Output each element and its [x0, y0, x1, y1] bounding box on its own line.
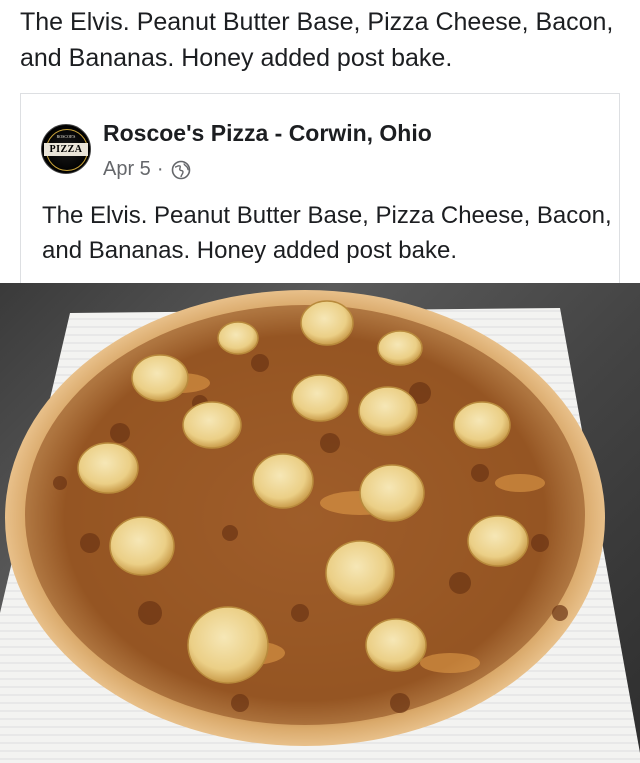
avatar-logo-text: PIZZA [44, 143, 88, 156]
shared-post-text: The Elvis. Peanut Butter Base, Pizza Che… [42, 202, 612, 264]
pizza-photo[interactable] [0, 283, 640, 763]
page-avatar[interactable]: ROSCOE'S PIZZA [41, 124, 91, 174]
post-meta: Apr 5 · [103, 158, 191, 181]
avatar-logo-top: ROSCOE'S [56, 134, 76, 139]
post-caption: The Elvis. Peanut Butter Base, Pizza Che… [20, 8, 614, 72]
meta-separator: · [156, 158, 164, 180]
shared-post-card[interactable]: ROSCOE'S PIZZA Roscoe's Pizza - Corwin, … [20, 93, 620, 284]
globe-icon [172, 160, 191, 179]
page-name-link[interactable]: Roscoe's Pizza - Corwin, Ohio [103, 120, 432, 147]
pizza-image [0, 290, 640, 763]
post-date[interactable]: Apr 5 [103, 158, 151, 181]
